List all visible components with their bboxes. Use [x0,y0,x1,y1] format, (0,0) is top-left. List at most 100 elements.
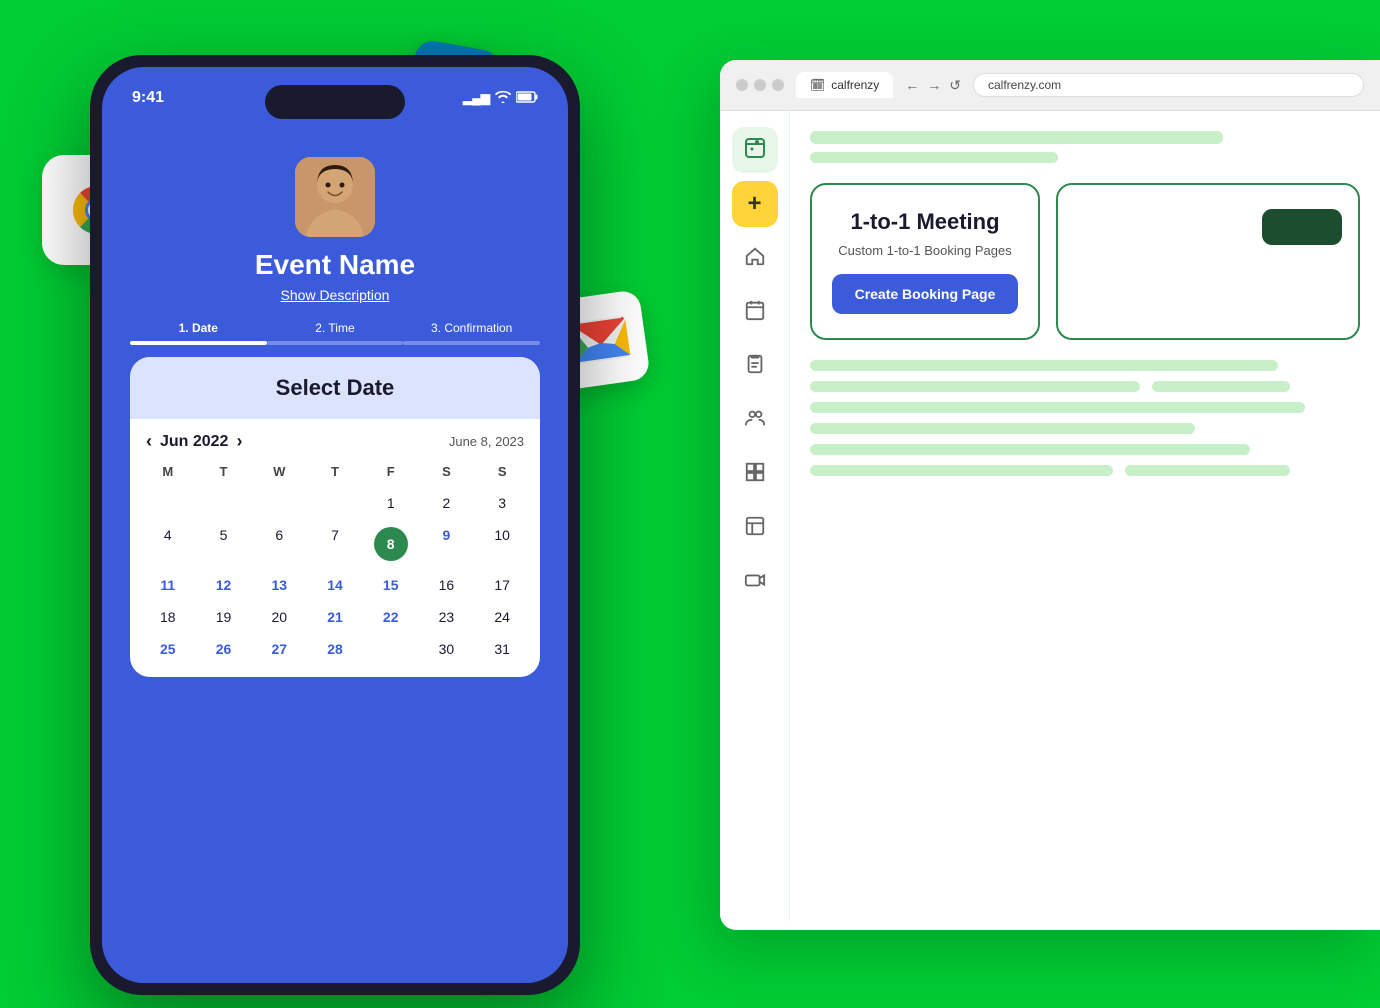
cal-cell-25[interactable]: 25 [140,633,196,665]
cal-cell-7[interactable]: 7 [307,519,363,569]
prev-month-button[interactable]: ‹ [146,431,152,452]
cal-cell-4[interactable]: 4 [140,519,196,569]
cal-cell-22[interactable]: 22 [363,601,419,633]
cal-cell-6[interactable]: 6 [251,519,307,569]
calendar-container: Select Date ‹ Jun 2022 › June 8, 2023 M [130,357,540,677]
cal-cell-8[interactable]: 8 [363,519,419,569]
wifi-icon [495,91,511,106]
cal-cell-18[interactable]: 18 [140,601,196,633]
browser-toolbar: 🗓 calfrenzy ← → ↺ calfrenzy.com [720,60,1380,111]
step-time-bar [267,341,404,345]
cal-cell-19[interactable]: 19 [196,601,252,633]
tab-favicon: 🗓 [810,78,825,92]
sidebar-item-add[interactable]: + [732,181,778,227]
skeleton-line [810,402,1305,413]
cal-cell-13[interactable]: 13 [251,569,307,601]
skeleton-line [810,152,1058,163]
phone-content: Event Name Show Description 1. Date 2. T… [102,137,568,983]
address-bar[interactable]: calfrenzy.com [973,73,1364,97]
cal-cell-10[interactable]: 10 [474,519,530,569]
cal-cell-1[interactable]: 1 [363,487,419,519]
phone-screen: 9:41 ▂▄▆ [102,67,568,983]
cal-cell[interactable] [196,487,252,519]
cal-cell[interactable] [140,487,196,519]
cal-cell-28[interactable]: 28 [307,633,363,665]
home-nav-icon [744,245,766,272]
cal-cell-24[interactable]: 24 [474,601,530,633]
browser-mockup: 🗓 calfrenzy ← → ↺ calfrenzy.com [720,60,1380,930]
cal-cell[interactable] [251,487,307,519]
cal-cell-14[interactable]: 14 [307,569,363,601]
lower-row-4 [810,423,1360,434]
phone-notch [265,85,405,119]
cal-cell-15[interactable]: 15 [363,569,419,601]
meeting-card-title: 1-to-1 Meeting [832,209,1018,235]
skeleton-line [810,423,1195,434]
cal-cell-5[interactable]: 5 [196,519,252,569]
day-name-sun: S [474,460,530,483]
sidebar-item-schedule[interactable] [732,289,778,335]
app-sidebar: + [720,111,790,921]
cal-cell-21[interactable]: 21 [307,601,363,633]
cal-cell-20[interactable]: 20 [251,601,307,633]
day-name-mon: M [140,460,196,483]
steps-navigation: 1. Date 2. Time 3. Confirmation [130,321,540,345]
phone-mockup: 9:41 ▂▄▆ [90,55,580,995]
cal-cell-12[interactable]: 12 [196,569,252,601]
cal-cell-3[interactable]: 3 [474,487,530,519]
status-icons: ▂▄▆ [463,91,538,106]
sidebar-item-video[interactable] [732,559,778,605]
avatar-image [295,157,375,237]
cal-cell-26[interactable]: 26 [196,633,252,665]
sidebar-item-reports[interactable] [732,505,778,551]
browser-close-dot [736,79,748,91]
tab-label: calfrenzy [831,78,879,92]
cal-cell-30[interactable]: 30 [419,633,475,665]
cal-cell[interactable] [307,487,363,519]
video-nav-icon [744,569,766,596]
sidebar-item-clipboard[interactable] [732,343,778,389]
cal-cell-16[interactable]: 16 [419,569,475,601]
sidebar-item-home[interactable] [732,235,778,281]
sidebar-item-team[interactable] [732,397,778,443]
cal-cell-17[interactable]: 17 [474,569,530,601]
show-description-link[interactable]: Show Description [281,287,390,303]
create-booking-button[interactable]: Create Booking Page [832,274,1018,314]
step-confirm-bar [403,341,540,345]
forward-button[interactable]: → [927,77,941,94]
grid-nav-icon [744,461,766,488]
selected-day[interactable]: 8 [374,527,408,561]
step-time: 2. Time [267,321,404,345]
cal-cell-31[interactable]: 31 [474,633,530,665]
signal-icon: ▂▄▆ [463,91,490,105]
calendar-nav: ‹ Jun 2022 › June 8, 2023 [130,419,540,460]
cal-cell-2[interactable]: 2 [419,487,475,519]
cal-cell-empty[interactable] [363,633,419,665]
browser-tab[interactable]: 🗓 calfrenzy [796,72,893,98]
meeting-card-subtitle: Custom 1-to-1 Booking Pages [832,243,1018,258]
calendar-week-3: 11 12 13 14 15 16 17 [140,569,530,601]
step-time-label: 2. Time [315,321,354,335]
top-skeleton-group [810,131,1360,163]
browser-body: + [720,111,1380,921]
status-time: 9:41 [132,89,164,107]
calendar-week-2: 4 5 6 7 8 9 10 [140,519,530,569]
calendar-week-4: 18 19 20 21 22 23 24 [140,601,530,633]
sidebar-item-grid[interactable] [732,451,778,497]
cal-cell-27[interactable]: 27 [251,633,307,665]
back-button[interactable]: ← [905,77,919,94]
step-date-bar [130,341,267,345]
step-confirmation: 3. Confirmation [403,321,540,345]
refresh-button[interactable]: ↺ [949,77,961,94]
sidebar-item-calendar[interactable] [732,127,778,173]
calendar-nav-icon [743,135,767,165]
next-month-button[interactable]: › [236,431,242,452]
cal-cell-23[interactable]: 23 [419,601,475,633]
skeleton-line [810,465,1113,476]
event-name: Event Name [255,249,415,281]
step-date-label: 1. Date [179,321,218,335]
skeleton-line [810,360,1278,371]
lower-row-3 [810,402,1360,413]
cal-cell-9[interactable]: 9 [419,519,475,569]
cal-cell-11[interactable]: 11 [140,569,196,601]
